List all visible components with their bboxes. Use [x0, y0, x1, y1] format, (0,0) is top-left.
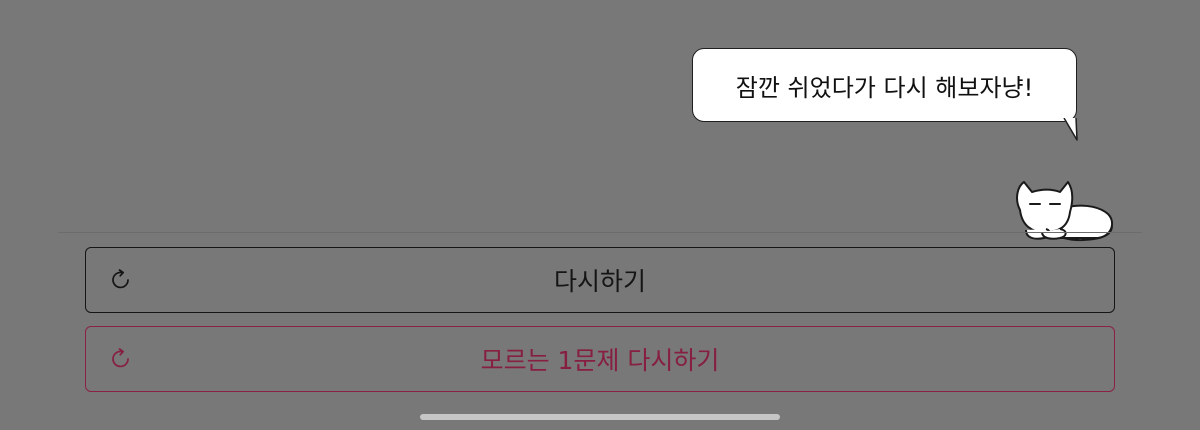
- home-indicator[interactable]: [420, 414, 780, 420]
- refresh-icon: [112, 348, 129, 368]
- retry-unknown-button-label: 모르는 1문제 다시하기: [480, 346, 720, 375]
- retry-button-label: 다시하기: [553, 267, 646, 296]
- speech-bubble-tail: [1063, 118, 1078, 141]
- speech-bubble-text: 잠깐 쉬었다가 다시 해보자냥!: [735, 73, 1034, 102]
- retry-unknown-button[interactable]: 모르는 1문제 다시하기: [85, 326, 1115, 392]
- retry-button[interactable]: 다시하기: [85, 247, 1115, 313]
- refresh-icon: [112, 269, 129, 289]
- speech-bubble: 잠깐 쉬었다가 다시 해보자냥!: [692, 48, 1077, 122]
- divider: [58, 232, 1142, 233]
- cat-mascot-icon: [1016, 181, 1114, 241]
